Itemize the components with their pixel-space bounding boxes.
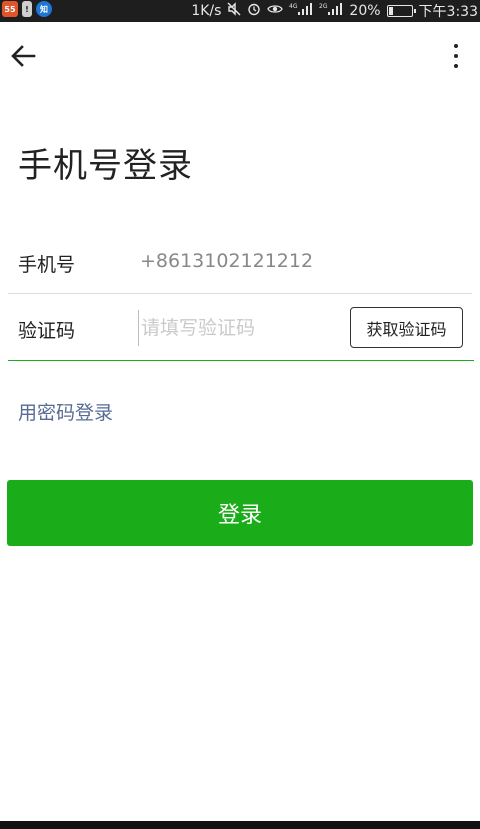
- divider: [8, 293, 472, 294]
- zhihu-icon: 知: [36, 1, 52, 17]
- page-title: 手机号登录: [18, 146, 193, 186]
- status-time: 下午3:33: [418, 4, 478, 20]
- back-arrow-icon[interactable]: [8, 40, 40, 72]
- net-4g-label: 4G: [289, 3, 298, 10]
- battery-percent: 20%: [349, 3, 381, 19]
- net-2g-label: 2G: [319, 3, 328, 10]
- verification-code-input[interactable]: [138, 310, 338, 346]
- eye-icon: [267, 3, 284, 19]
- app-bar: [0, 22, 480, 92]
- warning-icon: !: [22, 1, 32, 17]
- status-indicators: 1K/s 4G 2G 20% 下午3:33: [191, 0, 478, 22]
- alarm-icon: [247, 2, 261, 20]
- more-vert-icon[interactable]: [442, 40, 470, 72]
- notification-app-icon: 55: [2, 1, 18, 17]
- get-code-button[interactable]: 获取验证码: [350, 307, 463, 348]
- phone-label: 手机号: [18, 254, 76, 276]
- system-nav-bar: [0, 821, 480, 829]
- signal-4g-icon: 4G: [289, 2, 313, 20]
- status-bar: 55 ! 知 1K/s 4G 2G 20% 下午3:33: [0, 0, 480, 22]
- mute-icon: [227, 2, 241, 20]
- login-button[interactable]: 登录: [7, 480, 473, 546]
- net-speed: 1K/s: [191, 3, 222, 19]
- signal-2g-icon: 2G: [319, 2, 343, 20]
- password-login-link[interactable]: 用密码登录: [18, 398, 113, 425]
- verification-code-label: 验证码: [18, 320, 76, 342]
- battery-icon: [386, 5, 416, 17]
- phone-number-value[interactable]: +8613102121212: [140, 250, 313, 272]
- notification-icons: 55 ! 知: [2, 1, 52, 17]
- active-underline: [8, 360, 474, 361]
